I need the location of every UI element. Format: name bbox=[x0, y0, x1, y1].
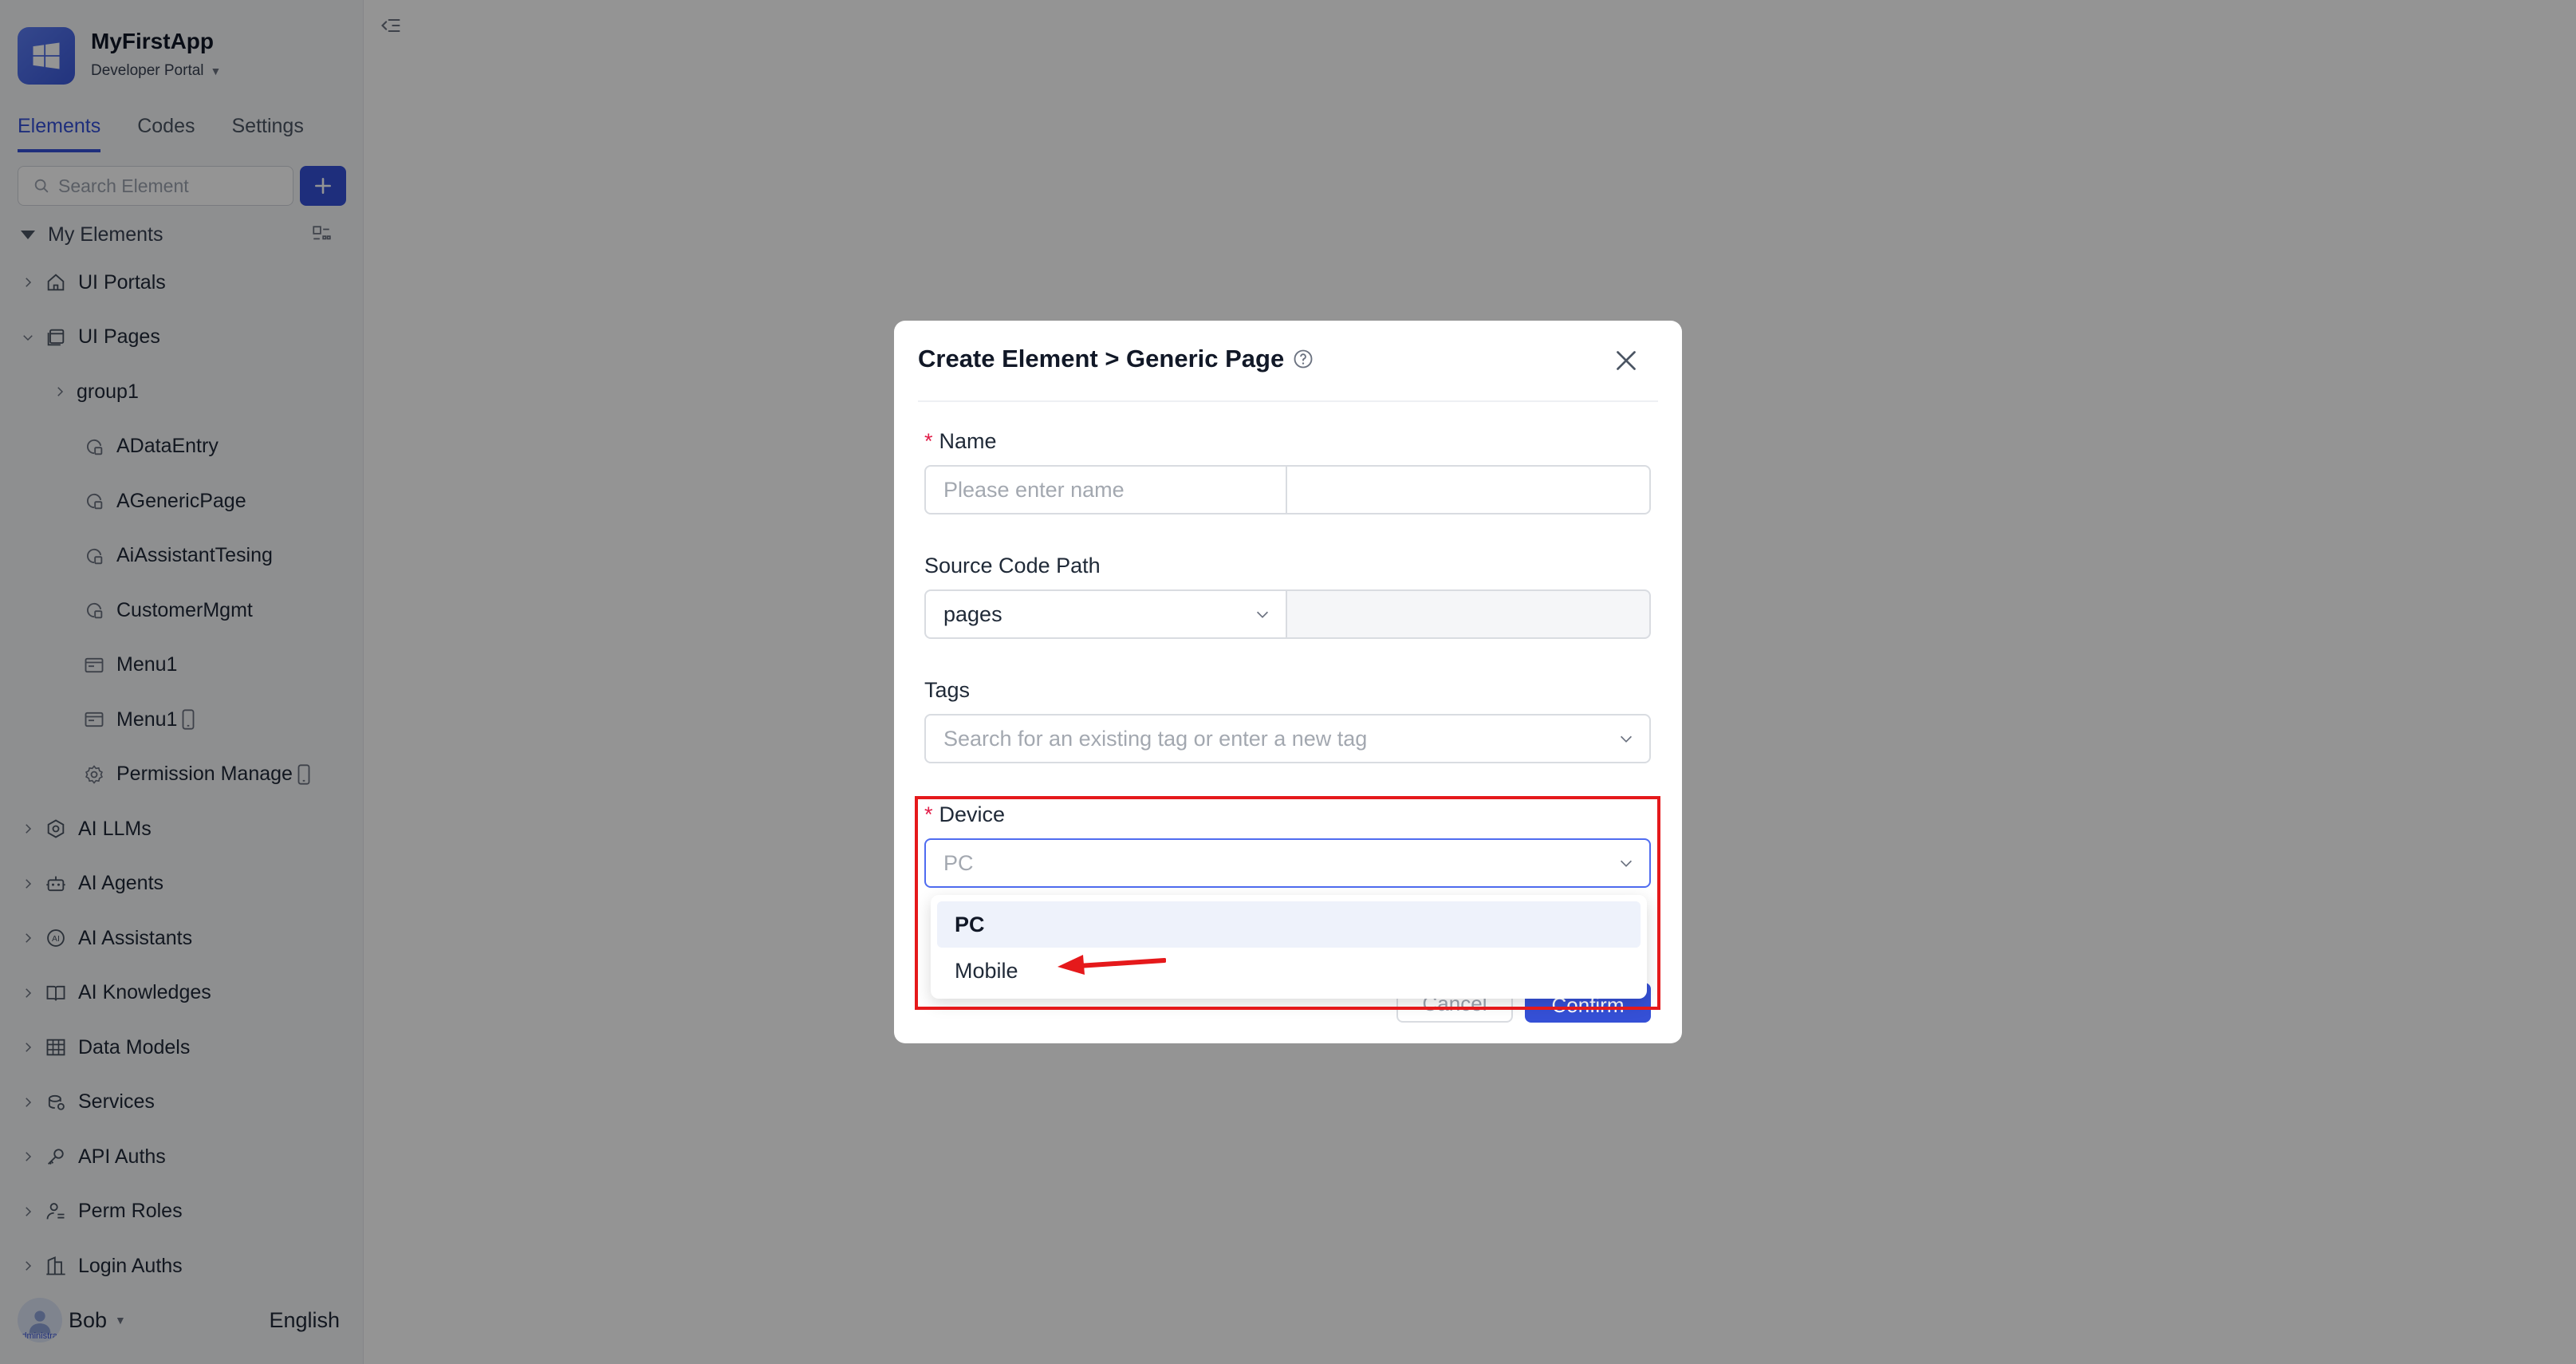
help-icon[interactable] bbox=[1292, 348, 1314, 370]
dialog-title: Create Element > Generic Page bbox=[918, 345, 1285, 373]
name-label-text: Name bbox=[939, 429, 997, 453]
source-path-select[interactable]: pages bbox=[924, 589, 1287, 639]
tags-label: Tags bbox=[924, 678, 971, 702]
source-path-label: Source Code Path bbox=[924, 554, 1101, 578]
close-icon[interactable] bbox=[1612, 346, 1641, 375]
name-input[interactable]: Please enter name bbox=[924, 465, 1287, 514]
name-suffix-input[interactable] bbox=[1286, 465, 1651, 514]
source-path-input bbox=[1286, 589, 1651, 639]
tags-placeholder: Search for an existing tag or enter a ne… bbox=[943, 726, 1368, 751]
tags-select[interactable]: Search for an existing tag or enter a ne… bbox=[924, 714, 1651, 763]
name-label: * Name bbox=[924, 429, 997, 454]
chevron-down-icon bbox=[1256, 611, 1269, 618]
dialog-title-row: Create Element > Generic Page bbox=[918, 345, 1314, 373]
required-mark: * bbox=[924, 429, 933, 453]
dialog-divider bbox=[918, 400, 1658, 402]
chevron-down-icon bbox=[1620, 735, 1633, 743]
annotation-highlight-box bbox=[915, 796, 1660, 1010]
source-path-value: pages bbox=[943, 601, 1002, 626]
annotation-arrow-icon bbox=[1058, 955, 1166, 975]
